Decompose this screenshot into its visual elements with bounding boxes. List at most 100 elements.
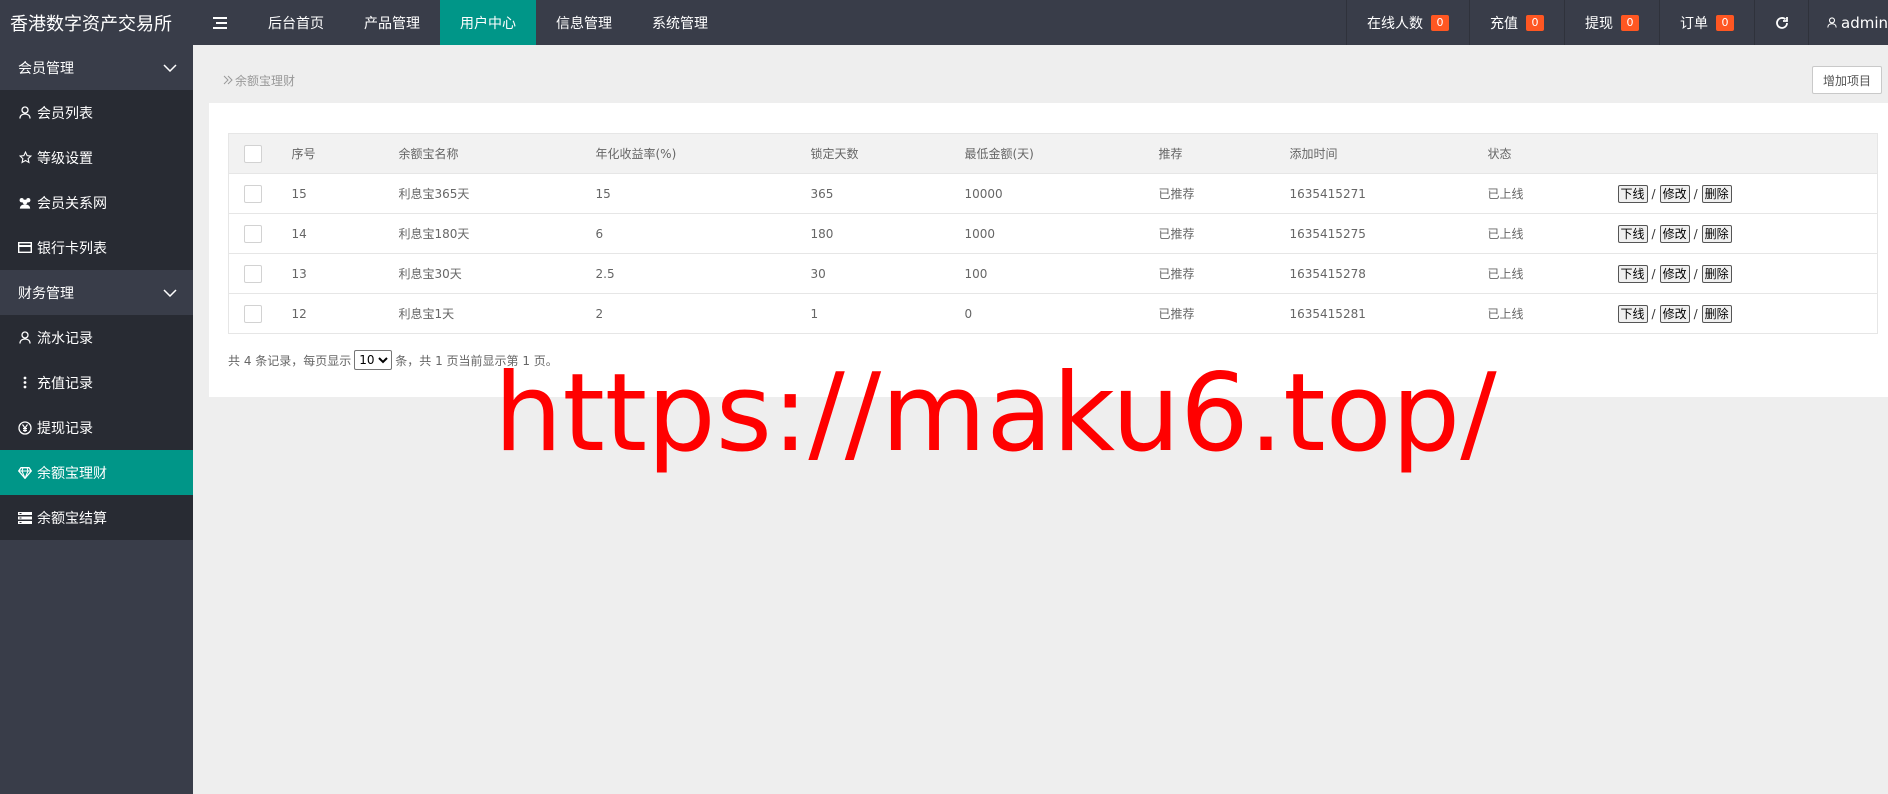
cell-min: 100 xyxy=(964,253,1159,294)
sidebar-group-members[interactable]: 会员管理 xyxy=(0,45,193,90)
cell-recommend: 已推荐 xyxy=(1158,293,1290,334)
nav-info[interactable]: 信息管理 xyxy=(536,0,632,45)
sidebar-item-levels[interactable]: 等级设置 xyxy=(0,135,193,180)
column-header: 推荐 xyxy=(1158,133,1290,174)
select-all-checkbox[interactable] xyxy=(244,144,262,163)
sidebar-item-member-list[interactable]: 会员列表 xyxy=(0,90,193,135)
offline-button[interactable]: 下线 xyxy=(1617,304,1648,323)
cell-min: 0 xyxy=(964,293,1159,334)
menu-icon xyxy=(213,16,227,29)
cell-status: 已上线 xyxy=(1487,213,1618,254)
cell-name: 利息宝365天 xyxy=(398,173,596,214)
action-separator: / xyxy=(1693,306,1698,321)
cell-actions: 下线 / 修改 / 删除 xyxy=(1617,253,1878,294)
delete-button[interactable]: 删除 xyxy=(1701,224,1732,243)
cell-id: 15 xyxy=(291,173,399,214)
sidebar-item-label: 充值记录 xyxy=(37,375,93,392)
withdraw-count-label: 提现 xyxy=(1585,15,1613,32)
sidebar-item-label: 流水记录 xyxy=(37,330,93,347)
offline-button[interactable]: 下线 xyxy=(1617,184,1648,203)
cell-id: 13 xyxy=(291,253,399,294)
online-count[interactable]: 在线人数 0 xyxy=(1346,0,1469,45)
user-menu[interactable]: admin xyxy=(1808,0,1888,45)
breadcrumb: 余额宝理财 xyxy=(235,73,296,88)
table-row: 12 利息宝1天 2 1 0 已推荐 1635415281 已上线 下线 / 修改 /… xyxy=(228,293,1878,334)
delete-button[interactable]: 删除 xyxy=(1701,184,1732,203)
cell-rate: 15 xyxy=(595,173,811,214)
online-count-badge: 0 xyxy=(1431,14,1449,31)
sidebar-item-yuebao-finance[interactable]: 余额宝理财 xyxy=(0,450,193,495)
offline-button[interactable]: 下线 xyxy=(1617,224,1648,243)
action-separator: / xyxy=(1651,226,1656,241)
order-count-label: 订单 xyxy=(1680,15,1708,32)
sidebar-item-label: 余额宝结算 xyxy=(37,510,107,527)
cell-time: 1635415278 xyxy=(1289,253,1488,294)
cell-recommend: 已推荐 xyxy=(1158,173,1290,214)
sidebar-item-label: 等级设置 xyxy=(37,150,93,167)
cell-rate: 2.5 xyxy=(595,253,811,294)
cell-days: 180 xyxy=(810,213,965,254)
sidebar-item-transactions[interactable]: 流水记录 xyxy=(0,315,193,360)
star-icon xyxy=(18,151,32,164)
sidebar-item-withdraw-records[interactable]: 提现记录 xyxy=(0,405,193,450)
cell-time: 1635415281 xyxy=(1289,293,1488,334)
cell-time: 1635415275 xyxy=(1289,213,1488,254)
action-separator: / xyxy=(1651,186,1656,201)
withdraw-count[interactable]: 提现 0 xyxy=(1564,0,1659,45)
offline-button[interactable]: 下线 xyxy=(1617,264,1648,283)
server-icon xyxy=(18,511,32,524)
nav-products[interactable]: 产品管理 xyxy=(344,0,440,45)
column-header: 余额宝名称 xyxy=(398,133,596,174)
column-header: 状态 xyxy=(1487,133,1618,174)
table-row: 15 利息宝365天 15 365 10000 已推荐 1635415271 已… xyxy=(228,173,1878,214)
nav-system[interactable]: 系统管理 xyxy=(632,0,728,45)
sidebar-item-label: 余额宝理财 xyxy=(37,465,107,482)
refresh-icon xyxy=(1775,16,1788,29)
action-separator: / xyxy=(1693,266,1698,281)
menu-toggle-button[interactable] xyxy=(192,0,248,45)
page-size-select[interactable]: 10 xyxy=(354,350,393,370)
edit-button[interactable]: 修改 xyxy=(1659,184,1690,203)
sidebar-item-label: 银行卡列表 xyxy=(37,240,107,257)
recharge-count[interactable]: 充值 0 xyxy=(1469,0,1564,45)
column-header: 添加时间 xyxy=(1289,133,1488,174)
sidebar-group-label: 会员管理 xyxy=(18,60,74,77)
cell-name: 利息宝180天 xyxy=(398,213,596,254)
row-checkbox[interactable] xyxy=(244,304,262,323)
delete-button[interactable]: 删除 xyxy=(1701,304,1732,323)
product-table: 序号 余额宝名称 年化收益率(%) 锁定天数 最低金额(天) 推荐 添加时间 状… xyxy=(228,133,1878,334)
column-header: 序号 xyxy=(291,133,399,174)
add-project-button[interactable]: 增加项目 xyxy=(1811,66,1882,94)
diamond-icon xyxy=(18,466,32,479)
yen-icon xyxy=(18,420,32,435)
sidebar-group-finance[interactable]: 财务管理 xyxy=(0,270,193,315)
sidebar-item-recharge-records[interactable]: 充值记录 xyxy=(0,360,193,405)
column-header: 最低金额(天) xyxy=(964,133,1159,174)
withdraw-count-badge: 0 xyxy=(1621,14,1639,31)
cell-days: 365 xyxy=(810,173,965,214)
edit-button[interactable]: 修改 xyxy=(1659,264,1690,283)
cell-status: 已上线 xyxy=(1487,173,1618,214)
nav-user-center[interactable]: 用户中心 xyxy=(440,0,536,45)
row-checkbox[interactable] xyxy=(244,224,262,243)
sidebar-item-yuebao-settlement[interactable]: 余额宝结算 xyxy=(0,495,193,540)
delete-button[interactable]: 删除 xyxy=(1701,264,1732,283)
double-chevron-right-icon xyxy=(223,75,233,85)
cell-actions: 下线 / 修改 / 删除 xyxy=(1617,213,1878,254)
sidebar-item-bank-cards[interactable]: 银行卡列表 xyxy=(0,225,193,270)
order-count[interactable]: 订单 0 xyxy=(1659,0,1754,45)
sidebar-item-member-network[interactable]: 会员关系网 xyxy=(0,180,193,225)
row-checkbox[interactable] xyxy=(244,264,262,283)
vertical-dots-icon xyxy=(23,376,27,389)
nav-home[interactable]: 后台首页 xyxy=(248,0,344,45)
cell-min: 1000 xyxy=(964,213,1159,254)
edit-button[interactable]: 修改 xyxy=(1659,304,1690,323)
user-icon xyxy=(19,331,31,344)
cell-rate: 2 xyxy=(595,293,811,334)
edit-button[interactable]: 修改 xyxy=(1659,224,1690,243)
cell-days: 1 xyxy=(810,293,965,334)
watermark-url: https://maku6.top/ xyxy=(494,351,1497,476)
row-checkbox[interactable] xyxy=(244,184,262,203)
cell-actions: 下线 / 修改 / 删除 xyxy=(1617,173,1878,214)
refresh-button[interactable] xyxy=(1754,0,1808,45)
